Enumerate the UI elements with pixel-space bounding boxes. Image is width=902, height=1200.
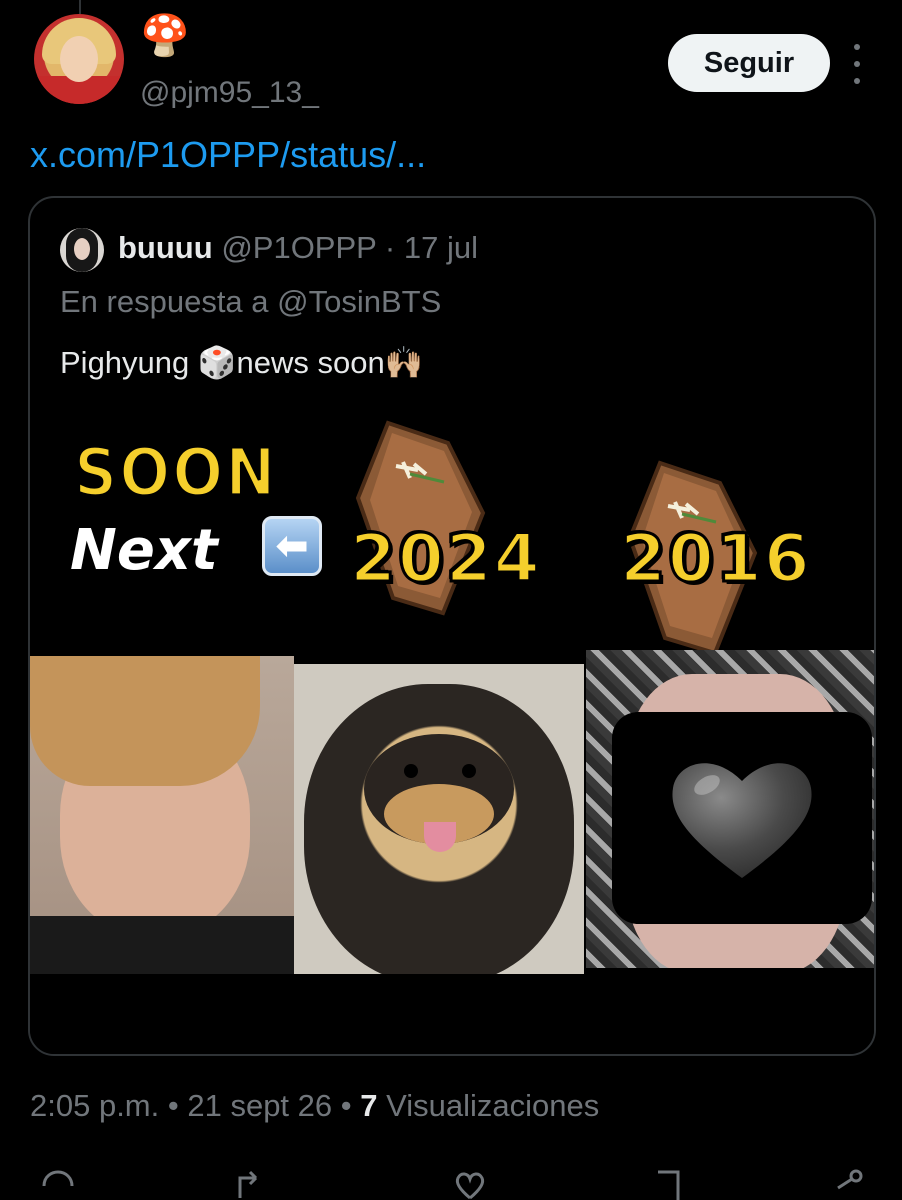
views-count: 7	[360, 1088, 378, 1123]
meme-year-2016: 2016	[619, 519, 812, 599]
meme-image[interactable]: SOON Next ⬅ 2024 2016	[30, 406, 874, 1054]
post-link[interactable]: x.com/P1OPPP/status/...	[30, 134, 426, 176]
meme-soon-text: SOON	[72, 433, 278, 513]
post-metadata: 2:05 p.m. • 21 sept 26 • 7 Visualizacion…	[30, 1088, 599, 1124]
author-avatar[interactable]	[34, 14, 124, 104]
meme-photo-dog	[294, 664, 584, 974]
black-heart-icon	[672, 763, 812, 878]
quoted-post-card[interactable]: buuuu @P1OPPP · 17 jul En respuesta a @T…	[28, 196, 876, 1056]
follow-button[interactable]: Seguir	[668, 34, 830, 92]
quoted-author-handle: @P1OPPP	[221, 230, 377, 265]
share-icon[interactable]	[830, 1168, 866, 1200]
views-label[interactable]: Visualizaciones	[386, 1088, 599, 1123]
like-icon[interactable]	[452, 1168, 488, 1200]
author-display-name[interactable]: 🍄	[140, 14, 190, 58]
meta-separator: ·	[384, 230, 396, 265]
meta-separator: •	[167, 1088, 179, 1123]
meme-photo-person	[30, 656, 294, 974]
meta-separator: •	[340, 1088, 352, 1123]
reply-context: En respuesta a @TosinBTS	[60, 284, 442, 319]
meme-next-text: Next	[70, 518, 218, 583]
quoted-post-text: Pighyung 🎲news soon🙌🏼	[60, 345, 424, 380]
bookmark-icon[interactable]	[650, 1168, 686, 1200]
black-heart-overlay	[612, 712, 872, 924]
thread-line	[79, 0, 81, 14]
left-arrow-icon: ⬅	[262, 516, 322, 576]
post-time: 2:05 p.m.	[30, 1088, 160, 1123]
repost-icon[interactable]	[232, 1168, 268, 1200]
action-bar	[0, 1168, 902, 1200]
post-date: 21 sept 26	[187, 1088, 333, 1123]
reply-icon[interactable]	[40, 1168, 76, 1200]
more-options-icon[interactable]	[850, 44, 864, 84]
author-handle[interactable]: @pjm95_13_	[140, 76, 319, 110]
meme-year-2024: 2024	[349, 519, 542, 599]
quoted-post-date: 17 jul	[403, 230, 478, 265]
quoted-post-header: buuuu @P1OPPP · 17 jul	[118, 230, 478, 266]
quoted-author-avatar	[60, 228, 104, 272]
quoted-author-name: buuuu	[118, 230, 213, 265]
